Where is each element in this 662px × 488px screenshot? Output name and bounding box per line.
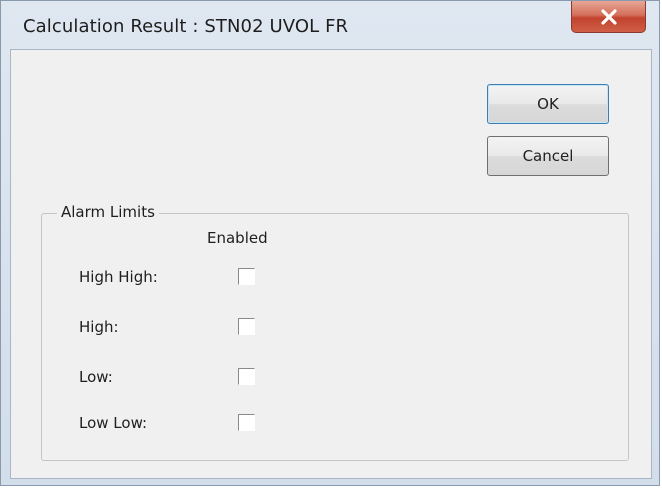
high-high-label: High High:	[79, 268, 158, 286]
cancel-button[interactable]: Cancel	[487, 136, 609, 176]
dialog-client-area: OK Cancel Alarm Limits Enabled High High…	[10, 49, 652, 479]
high-high-enabled-checkbox[interactable]	[238, 268, 255, 285]
dialog-window: Calculation Result : STN02 UVOL FR OK Ca…	[0, 0, 660, 486]
high-enabled-checkbox[interactable]	[238, 318, 255, 335]
close-button[interactable]	[571, 1, 646, 33]
alarm-limits-group-label: Alarm Limits	[57, 203, 159, 221]
low-low-enabled-checkbox[interactable]	[238, 414, 255, 431]
high-label: High:	[79, 318, 119, 336]
low-label: Low:	[79, 368, 113, 386]
low-enabled-checkbox[interactable]	[238, 368, 255, 385]
window-title: Calculation Result : STN02 UVOL FR	[23, 16, 349, 37]
enabled-column-header: Enabled	[207, 229, 268, 247]
close-x-icon	[600, 8, 617, 25]
ok-button[interactable]: OK	[487, 84, 609, 124]
low-low-label: Low Low:	[79, 414, 148, 432]
